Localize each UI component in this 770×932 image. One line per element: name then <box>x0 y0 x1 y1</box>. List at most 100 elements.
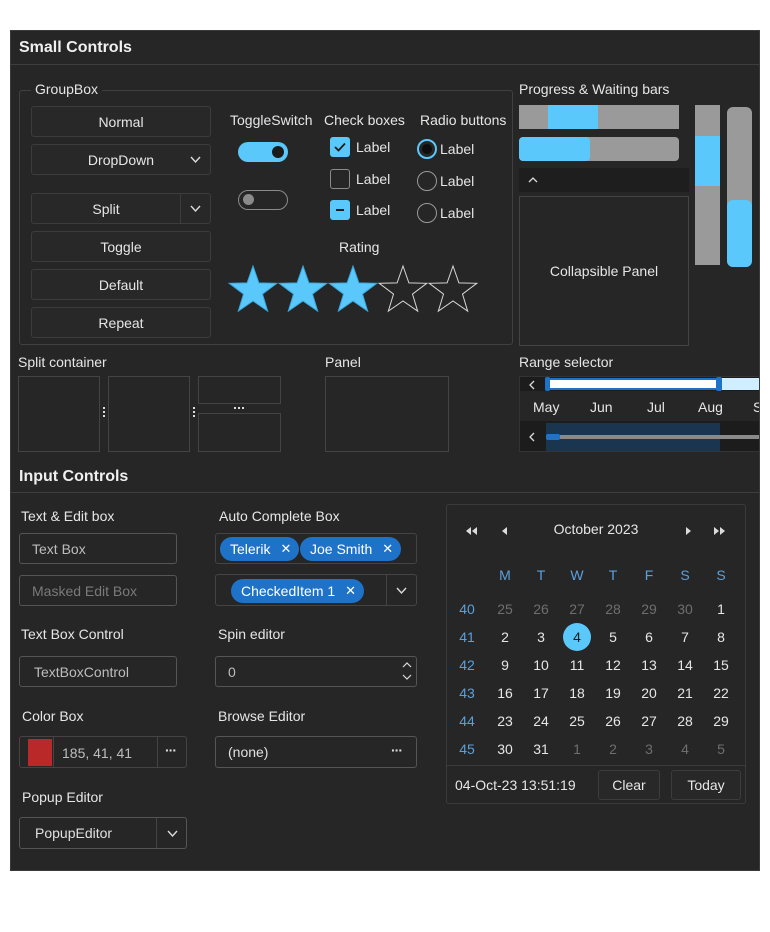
split-button[interactable]: Split <box>31 193 211 224</box>
calendar-day[interactable]: 3 <box>631 735 667 763</box>
calendar-day[interactable]: 2 <box>595 735 631 763</box>
calendar-day[interactable]: 2 <box>487 623 523 651</box>
chevron-left-icon[interactable] <box>528 432 536 442</box>
checkbox-checked[interactable] <box>330 137 350 157</box>
calendar-day[interactable]: 1 <box>559 735 595 763</box>
range-scroll-thumb[interactable] <box>546 434 560 440</box>
calendar-day[interactable]: 15 <box>703 651 739 679</box>
close-icon[interactable]: ✕ <box>280 541 291 557</box>
chevron-up-icon[interactable] <box>402 661 412 668</box>
ellipsis-icon[interactable]: ··· <box>391 742 403 758</box>
calendar-day[interactable]: 25 <box>559 707 595 735</box>
normal-button[interactable]: Normal <box>31 106 211 137</box>
calendar-day[interactable]: 20 <box>631 679 667 707</box>
rating-stars[interactable] <box>227 264 479 316</box>
calendar-day[interactable]: 21 <box>667 679 703 707</box>
calendar-day[interactable]: 31 <box>523 735 559 763</box>
clear-button[interactable]: Clear <box>598 770 660 800</box>
calendar-day[interactable]: 4 <box>559 623 595 651</box>
horizontal-grip-icon[interactable] <box>234 407 246 409</box>
radio-unselected[interactable] <box>417 171 437 191</box>
checked-dropdown[interactable]: CheckedItem 1 ✕ <box>215 574 417 606</box>
calendar-day[interactable]: 8 <box>703 623 739 651</box>
calendar-day[interactable]: 14 <box>667 651 703 679</box>
calendar-day[interactable]: 26 <box>523 595 559 623</box>
browse-editor[interactable]: (none) ··· <box>215 736 417 768</box>
chevron-left-icon[interactable] <box>528 380 536 390</box>
toggle-switch-off[interactable] <box>238 190 288 210</box>
spin-editor[interactable]: 0 <box>215 656 417 687</box>
chevron-down-icon[interactable] <box>190 205 201 213</box>
text-box[interactable]: Text Box <box>19 533 177 564</box>
calendar-day[interactable]: 23 <box>487 707 523 735</box>
calendar-day[interactable]: 6 <box>631 623 667 651</box>
autocomplete-box[interactable]: Telerik ✕ Joe Smith ✕ <box>215 533 417 564</box>
star-icon[interactable] <box>327 264 379 313</box>
star-icon[interactable] <box>377 264 429 313</box>
calendar-day[interactable]: 5 <box>595 623 631 651</box>
radio-selected[interactable] <box>417 139 437 159</box>
calendar-day[interactable]: 5 <box>703 735 739 763</box>
calendar-day[interactable]: 13 <box>631 651 667 679</box>
calendar-day[interactable]: 22 <box>703 679 739 707</box>
calendar-day[interactable]: 3 <box>523 623 559 651</box>
popup-editor[interactable]: PopupEditor <box>19 817 187 849</box>
star-icon[interactable] <box>227 264 279 313</box>
repeat-button[interactable]: Repeat <box>31 307 211 338</box>
calendar-day[interactable]: 27 <box>559 595 595 623</box>
textbox-control[interactable]: TextBoxControl <box>19 656 177 687</box>
color-swatch[interactable] <box>28 739 52 766</box>
calendar-day[interactable]: 28 <box>667 707 703 735</box>
masked-edit-box[interactable]: Masked Edit Box <box>19 575 177 606</box>
color-box[interactable]: 185, 41, 41 ··· <box>19 736 187 768</box>
calendar-day[interactable]: 1 <box>703 595 739 623</box>
range-handle-start[interactable] <box>545 377 550 391</box>
calendar-day[interactable]: 29 <box>703 707 739 735</box>
calendar-day[interactable]: 27 <box>631 707 667 735</box>
selected-day[interactable]: 4 <box>563 623 591 651</box>
calendar-day[interactable]: 24 <box>523 707 559 735</box>
close-icon[interactable]: ✕ <box>345 583 356 599</box>
close-icon[interactable]: ✕ <box>382 541 393 557</box>
star-icon[interactable] <box>427 264 479 313</box>
calendar-day[interactable]: 28 <box>595 595 631 623</box>
token-chip[interactable]: CheckedItem 1 ✕ <box>231 579 365 603</box>
vertical-grip-icon[interactable] <box>193 407 195 419</box>
chevron-up-icon[interactable] <box>528 176 538 184</box>
calendar-day[interactable]: 25 <box>487 595 523 623</box>
calendar-day[interactable]: 16 <box>487 679 523 707</box>
vertical-grip-icon[interactable] <box>103 407 105 419</box>
collapsible-header[interactable] <box>519 168 689 192</box>
calendar-day[interactable]: 10 <box>523 651 559 679</box>
calendar-day[interactable]: 29 <box>631 595 667 623</box>
calendar-day[interactable]: 18 <box>559 679 595 707</box>
star-icon[interactable] <box>277 264 329 313</box>
chevron-down-icon[interactable] <box>396 587 407 595</box>
range-selector[interactable]: May Jun Jul Aug S <box>519 376 759 452</box>
calendar-day[interactable]: 9 <box>487 651 523 679</box>
range-handle-end[interactable] <box>716 377 722 391</box>
calendar-day[interactable]: 11 <box>559 651 595 679</box>
toggle-button[interactable]: Toggle <box>31 231 211 262</box>
range-window[interactable] <box>546 378 720 390</box>
calendar-day[interactable]: 19 <box>595 679 631 707</box>
token-chip[interactable]: Joe Smith ✕ <box>300 537 402 561</box>
calendar-day[interactable]: 7 <box>667 623 703 651</box>
calendar-day[interactable]: 30 <box>487 735 523 763</box>
ellipsis-icon[interactable]: ··· <box>165 742 177 758</box>
calendar-day[interactable]: 26 <box>595 707 631 735</box>
calendar-day[interactable]: 30 <box>667 595 703 623</box>
calendar-day[interactable]: 4 <box>667 735 703 763</box>
radio-unselected[interactable] <box>417 203 437 223</box>
chevron-down-icon[interactable] <box>402 674 412 681</box>
today-button[interactable]: Today <box>671 770 741 800</box>
calendar-day[interactable]: 17 <box>523 679 559 707</box>
checkbox-unchecked[interactable] <box>330 169 350 189</box>
dropdown-button[interactable]: DropDown <box>31 144 211 175</box>
calendar-day[interactable]: 12 <box>595 651 631 679</box>
toggle-switch-on[interactable] <box>238 142 288 162</box>
default-button[interactable]: Default <box>31 269 211 300</box>
checkbox-indeterminate[interactable] <box>330 200 350 220</box>
token-chip[interactable]: Telerik ✕ <box>220 537 300 561</box>
chevron-down-icon[interactable] <box>167 830 178 838</box>
